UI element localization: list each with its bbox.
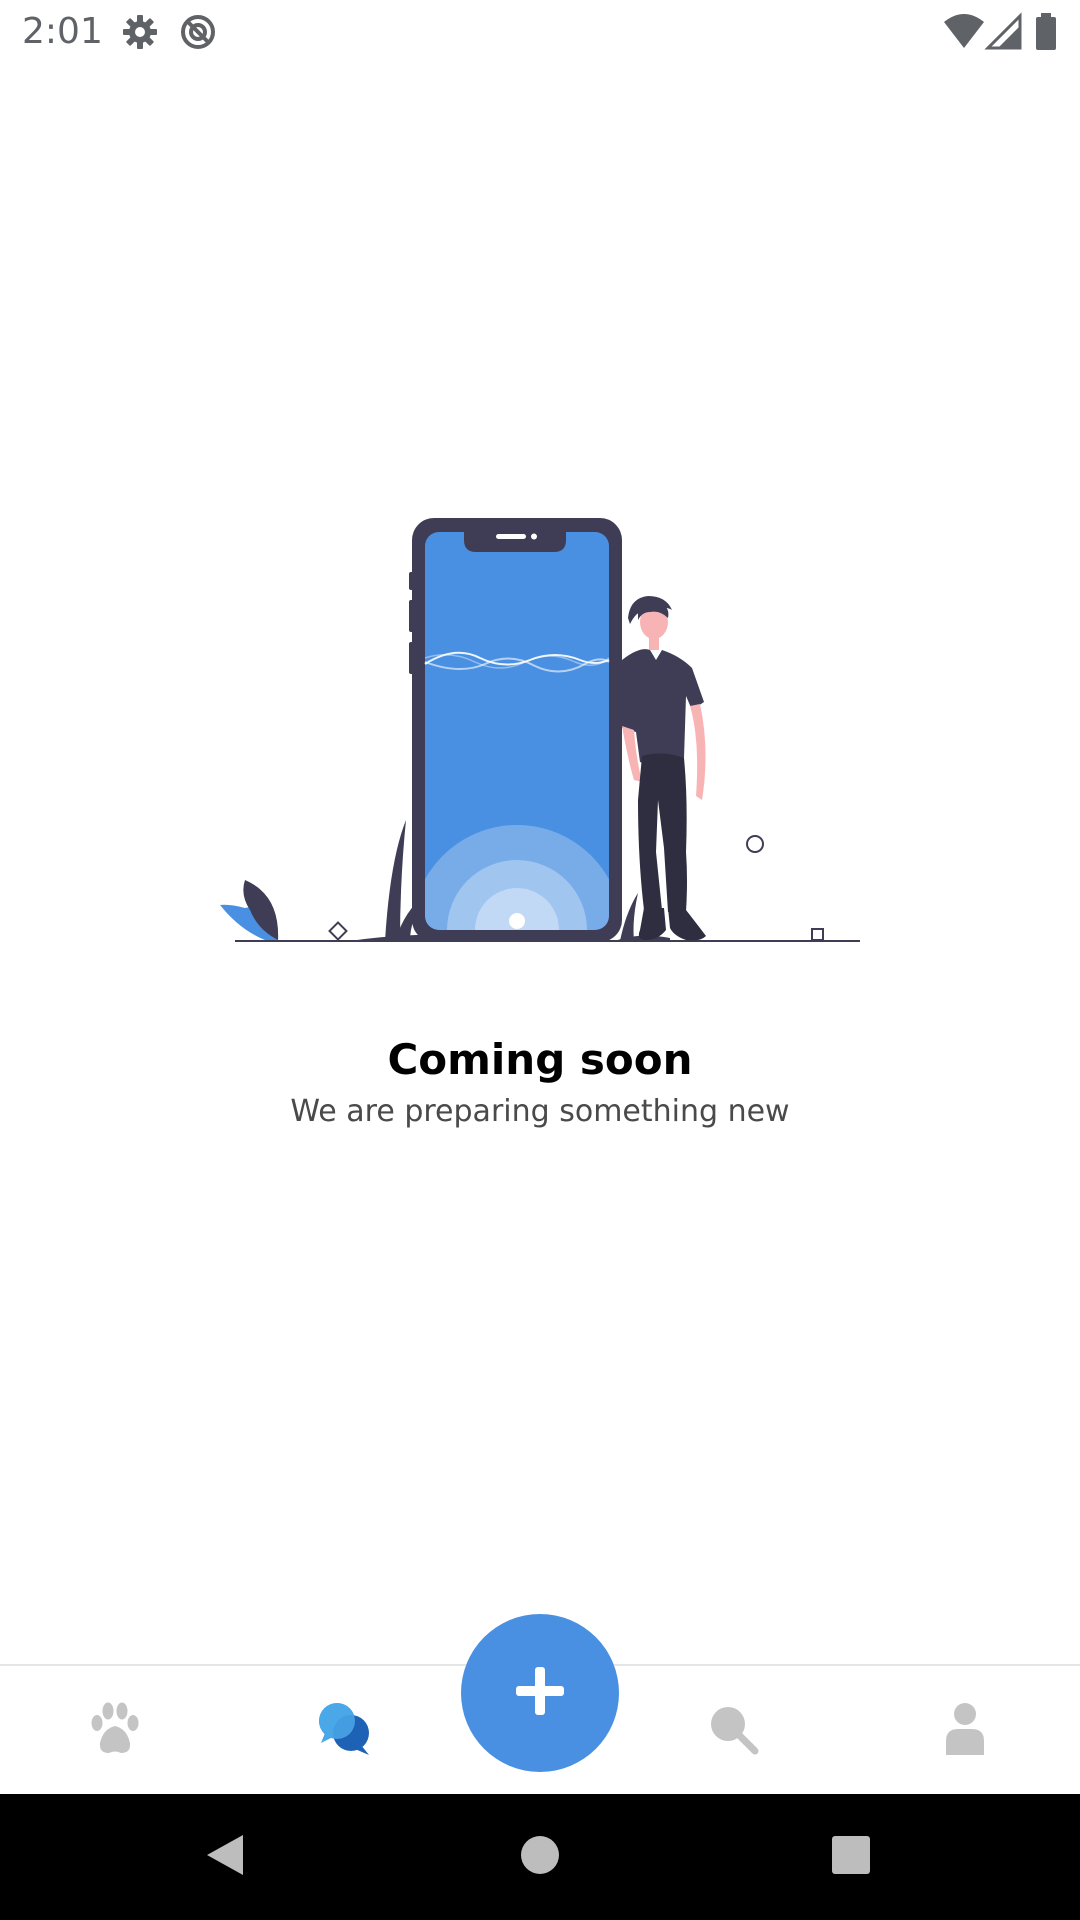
add-button[interactable]	[461, 1614, 619, 1772]
coming-soon-illustration-icon	[210, 500, 870, 960]
plus-icon	[512, 1663, 568, 1723]
nav-item-profile[interactable]	[900, 1666, 1030, 1796]
screen: 2:01 Coming soon We are preparing someth…	[0, 0, 1080, 1920]
search-icon	[705, 1701, 761, 1761]
person-icon	[940, 1701, 990, 1761]
battery-icon	[1034, 12, 1074, 52]
nav-item-chats[interactable]	[280, 1666, 410, 1796]
no-sync-icon	[178, 12, 218, 52]
signal-icon	[984, 12, 1024, 52]
paw-icon	[87, 1701, 143, 1761]
status-time: 2:01	[22, 11, 103, 52]
recents-icon	[830, 1834, 872, 1880]
empty-state-title: Coming soon	[387, 1035, 693, 1084]
gear-icon	[120, 12, 160, 52]
nav-item-pets[interactable]	[50, 1666, 180, 1796]
system-navigation-bar	[0, 1794, 1080, 1920]
empty-state-subtitle: We are preparing something new	[290, 1094, 790, 1129]
back-button[interactable]	[190, 1822, 260, 1892]
recents-button[interactable]	[816, 1822, 886, 1892]
nav-item-search[interactable]	[668, 1666, 798, 1796]
wifi-icon	[942, 12, 984, 52]
home-icon	[519, 1834, 561, 1880]
chat-bubbles-icon	[315, 1699, 375, 1763]
back-icon	[203, 1831, 247, 1883]
status-bar: 2:01	[0, 0, 1080, 63]
home-button[interactable]	[505, 1822, 575, 1892]
